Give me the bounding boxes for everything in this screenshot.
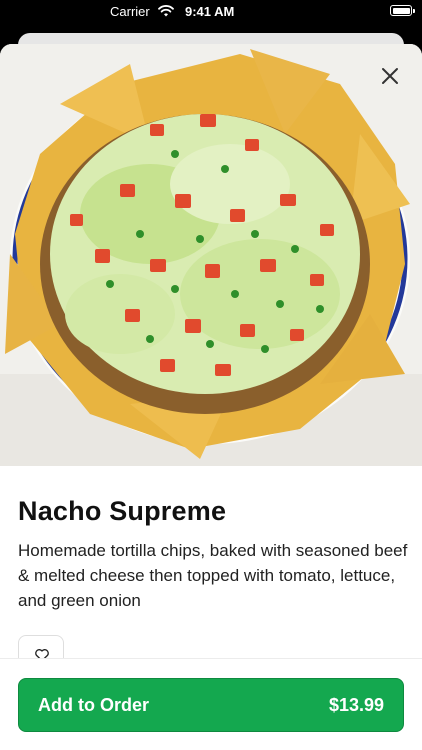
item-title: Nacho Supreme bbox=[18, 496, 227, 526]
battery-icon bbox=[390, 5, 415, 16]
item-price: $13.99 bbox=[328, 695, 384, 715]
battery-fill bbox=[392, 7, 410, 14]
status-bar: Carrier 9:41 AM bbox=[0, 0, 422, 24]
item-photo bbox=[0, 44, 422, 466]
item-detail-sheet: Nacho Supreme Homemade tortilla chips, b… bbox=[0, 44, 422, 750]
carrier-label: Carrier bbox=[110, 4, 150, 19]
screen: Carrier 9:41 AM Nacho Supreme Homemade t… bbox=[0, 0, 422, 750]
wifi-icon bbox=[158, 4, 174, 18]
close-button[interactable] bbox=[378, 64, 402, 88]
close-icon bbox=[382, 68, 398, 84]
item-description: Homemade tortilla chips, baked with seas… bbox=[18, 541, 408, 610]
clock: 9:41 AM bbox=[185, 4, 235, 19]
add-to-order-button[interactable]: Add to Order $13.99 bbox=[18, 678, 404, 732]
add-to-order-label: Add to Order bbox=[38, 695, 149, 715]
